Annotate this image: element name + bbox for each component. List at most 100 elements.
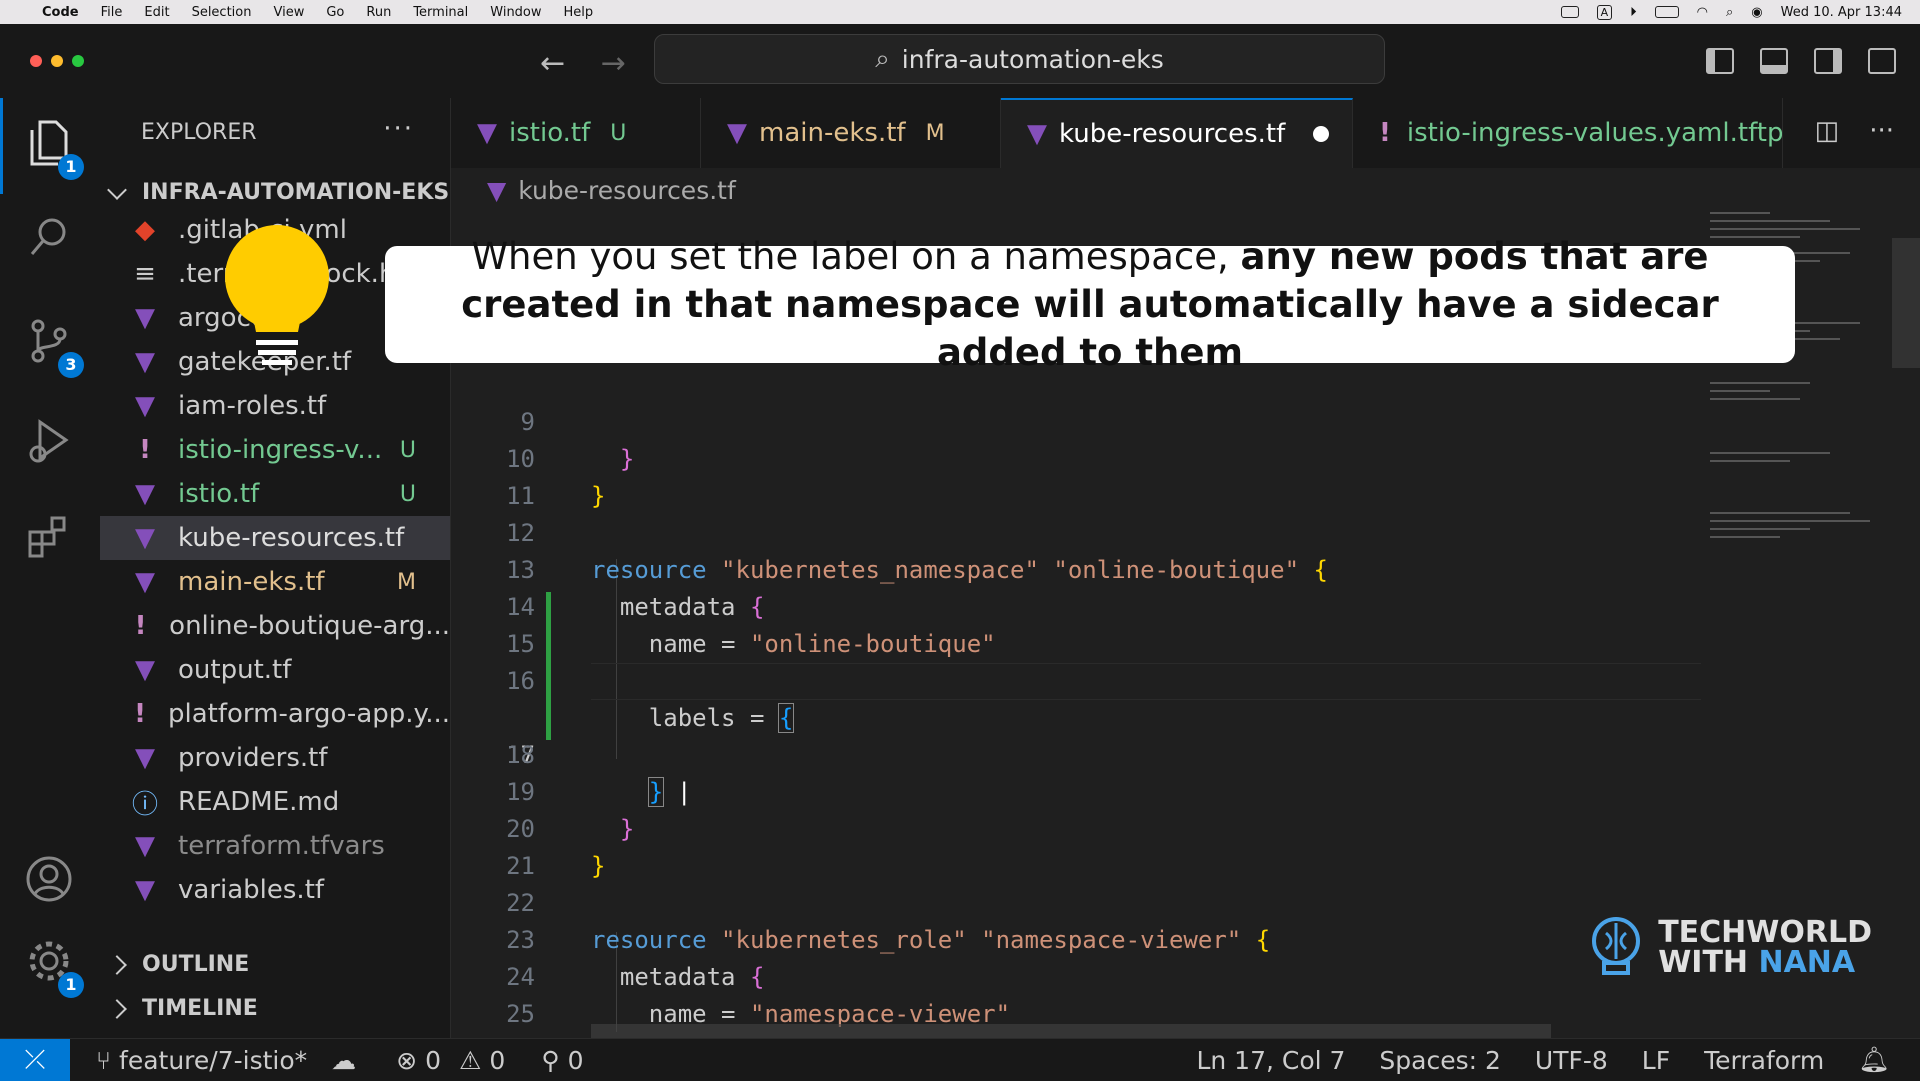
input-source-icon[interactable]: A	[1596, 4, 1613, 20]
menu-help[interactable]: Help	[564, 5, 594, 20]
breadcrumb: ▼ kube-resources.tf	[487, 176, 736, 205]
watermark-line1: TECHWORLD	[1658, 915, 1872, 950]
tab-main-eks[interactable]: ▼ main-eks.tf M	[701, 98, 1001, 168]
watermark-nana: NANA	[1758, 945, 1856, 980]
file-item-istio-ingress-values[interactable]: ! istio-ingress-v... U	[100, 428, 450, 472]
search-view-icon[interactable]	[20, 214, 78, 272]
screen-record-icon[interactable]	[1560, 6, 1579, 18]
battery-icon[interactable]	[1654, 6, 1679, 18]
toggle-panel-icon[interactable]	[1760, 48, 1788, 74]
timeline-section-header[interactable]: TIMELINE	[107, 996, 258, 1021]
vertical-scrollbar[interactable]	[1892, 238, 1920, 368]
zoom-window-button[interactable]	[72, 55, 84, 67]
code-line: 11	[451, 441, 1701, 510]
layout-controls	[1706, 48, 1896, 74]
source-control-icon[interactable]: 3	[20, 316, 84, 378]
yaml-icon: !	[134, 699, 146, 729]
problems-indicator[interactable]: ⊗ 0 ⚠ 0	[396, 1046, 505, 1075]
tab-istio-ingress-values[interactable]: ! istio-ingress-values.yaml.tftpl	[1353, 98, 1783, 168]
yaml-icon: !	[134, 611, 147, 641]
ports-indicator[interactable]: ⚲ 0	[541, 1046, 583, 1075]
outline-section-header[interactable]: OUTLINE	[107, 952, 249, 977]
tab-label: istio-ingress-values.yaml.tftpl	[1406, 118, 1783, 148]
notifications-bell-icon[interactable]: 🔔︎	[1858, 1045, 1890, 1075]
run-debug-icon[interactable]	[20, 416, 78, 474]
toggle-secondary-sidebar-icon[interactable]	[1814, 48, 1842, 74]
terraform-icon: ▼	[135, 567, 155, 597]
code-line: 12 resource "kubernetes_namespace" "onli…	[451, 478, 1701, 584]
split-editor-icon[interactable]: ◫	[1815, 116, 1840, 146]
menu-run[interactable]: Run	[366, 5, 391, 20]
menu-selection[interactable]: Selection	[192, 5, 252, 20]
indentation[interactable]: Spaces: 2	[1379, 1046, 1500, 1075]
file-item-variables[interactable]: ▼ variables.tf	[100, 868, 450, 912]
language-mode[interactable]: Terraform	[1704, 1046, 1824, 1075]
tab-istio[interactable]: ▼ istio.tf U	[451, 98, 701, 168]
active-indicator	[0, 98, 3, 194]
end-of-line[interactable]: LF	[1642, 1046, 1670, 1075]
search-icon: ⌕	[875, 43, 890, 74]
code-line-current: 17 |	[451, 663, 1701, 806]
tab-label: kube-resources.tf	[1059, 119, 1286, 149]
menu-view[interactable]: View	[273, 5, 304, 20]
more-actions-icon[interactable]: ···	[1869, 116, 1894, 146]
control-center-icon[interactable]: ◉	[1751, 5, 1762, 20]
menu-code[interactable]: Code	[42, 5, 79, 20]
terraform-icon: ▼	[135, 831, 155, 861]
file-name: main-eks.tf	[178, 567, 325, 597]
file-name: istio.tf	[178, 479, 260, 509]
terraform-icon: ▼	[1027, 119, 1047, 149]
file-item-online-boutique-argo[interactable]: ! online-boutique-arg...	[100, 604, 450, 648]
file-item-providers[interactable]: ▼ providers.tf	[100, 736, 450, 780]
techworld-with-nana-logo: TECHWORLD WITH NANA	[1586, 913, 1872, 983]
file-item-terraform-tfvars[interactable]: ▼ terraform.tfvars	[100, 824, 450, 868]
spotlight-icon[interactable]: ⌕	[1726, 5, 1733, 20]
terraform-icon: ▼	[135, 303, 155, 333]
encoding[interactable]: UTF-8	[1535, 1046, 1608, 1075]
navigation-arrows: ← →	[540, 46, 652, 81]
clock[interactable]: Wed 10. Apr 13:44	[1781, 5, 1902, 20]
current-line-highlight	[591, 663, 1701, 700]
menu-go[interactable]: Go	[326, 5, 344, 20]
file-item-main-eks[interactable]: ▼ main-eks.tf M	[100, 560, 450, 604]
horizontal-scrollbar[interactable]	[591, 1024, 1551, 1038]
git-branch[interactable]: ⑂ feature/7-istio* ☁	[96, 1046, 356, 1075]
close-window-button[interactable]	[30, 55, 42, 67]
toggle-primary-sidebar-icon[interactable]	[1706, 48, 1734, 74]
command-center-search[interactable]: ⌕ infra-automation-eks	[654, 34, 1385, 84]
breadcrumb-file[interactable]: kube-resources.tf	[518, 176, 736, 205]
unsaved-dot-icon[interactable]	[1313, 126, 1330, 142]
extensions-icon[interactable]	[20, 514, 78, 572]
sync-cloud-icon[interactable]: ☁	[331, 1046, 356, 1075]
yaml-icon: !	[139, 435, 151, 465]
forward-arrow-icon[interactable]: →	[601, 46, 626, 81]
play-icon[interactable]: ⏵	[1630, 5, 1637, 20]
chevron-right-icon	[107, 998, 127, 1019]
settings-badge: 1	[58, 972, 84, 998]
menu-window[interactable]: Window	[490, 5, 541, 20]
remote-indicator-icon[interactable]: ⤫	[0, 1039, 70, 1081]
wifi-icon[interactable]: ◠	[1697, 5, 1708, 20]
more-actions-icon[interactable]: ···	[383, 114, 414, 144]
file-item-kube-resources[interactable]: ▼ kube-resources.tf	[100, 516, 450, 560]
menu-terminal[interactable]: Terminal	[413, 5, 468, 20]
menu-file[interactable]: File	[101, 5, 123, 20]
file-item-platform-argo-app[interactable]: ! platform-argo-app.y...	[100, 692, 450, 736]
project-folder-header[interactable]: INFRA-AUTOMATION-EKS	[107, 179, 449, 205]
file-item-istio[interactable]: ▼ istio.tf U	[100, 472, 450, 516]
back-arrow-icon[interactable]: ←	[540, 46, 565, 81]
code-line: 25 namespace = "online-boutique"	[451, 959, 1701, 1038]
menu-edit[interactable]: Edit	[144, 5, 169, 20]
editor-actions: ◫ ···	[1815, 116, 1894, 146]
file-name: README.md	[178, 787, 340, 817]
explorer-icon[interactable]: 1	[20, 118, 84, 180]
minimize-window-button[interactable]	[51, 55, 63, 67]
customize-layout-icon[interactable]	[1868, 48, 1896, 74]
file-item-output[interactable]: ▼ output.tf	[100, 648, 450, 692]
manage-gear-icon[interactable]: 1	[20, 936, 84, 998]
file-item-readme[interactable]: ⓘ README.md	[100, 780, 450, 824]
tab-kube-resources[interactable]: ▼ kube-resources.tf	[1001, 98, 1353, 168]
branch-icon: ⑂	[96, 1045, 112, 1075]
cursor-position[interactable]: Ln 17, Col 7	[1196, 1046, 1345, 1075]
accounts-icon[interactable]	[20, 854, 78, 912]
